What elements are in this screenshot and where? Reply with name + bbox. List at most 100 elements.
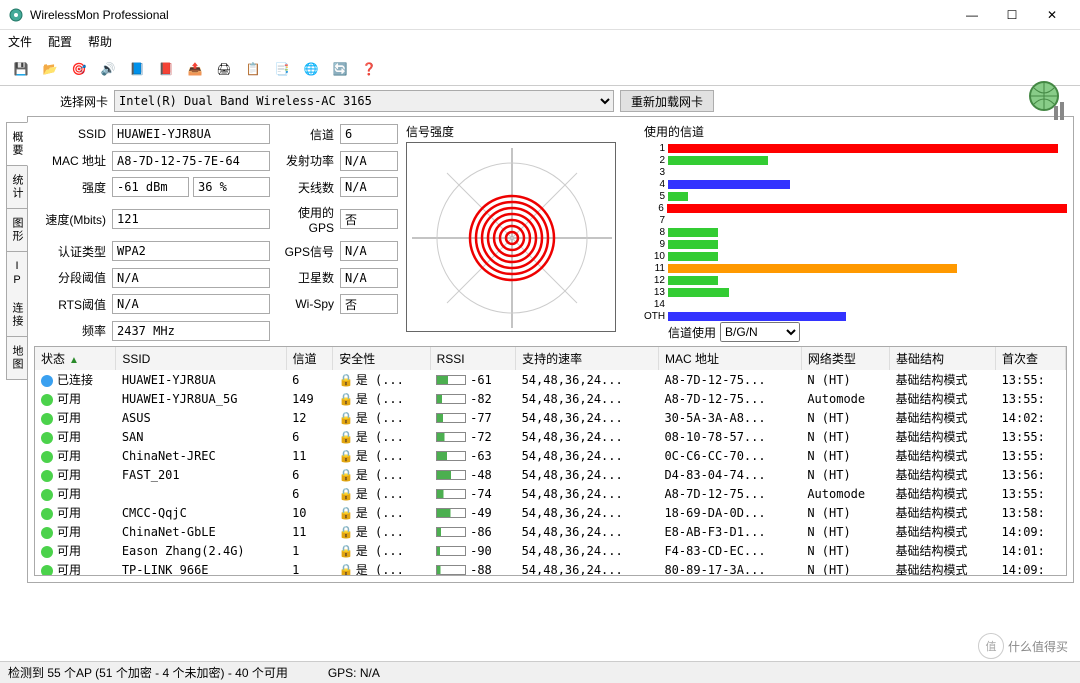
gpssig-field[interactable]: [340, 241, 398, 261]
list-icon[interactable]: 📑: [269, 56, 295, 82]
channel-usage-chart: 1234567891011121314OTH: [644, 142, 1067, 320]
channel-bar-row: 7: [644, 214, 1067, 226]
antennas-field[interactable]: [340, 177, 398, 197]
table-row[interactable]: 可用FAST_2016🔒是 (...-4854,48,36,24...D4-83…: [35, 465, 1066, 484]
channel-bar-row: OTH: [644, 310, 1067, 322]
menu-config[interactable]: 配置: [48, 33, 72, 50]
grid-header-status[interactable]: 状态▲: [35, 347, 116, 370]
grid-header-nettype[interactable]: 网络类型: [801, 347, 889, 370]
open-icon[interactable]: 📂: [37, 56, 63, 82]
auth-field[interactable]: [112, 241, 270, 261]
titlebar: WirelessMon Professional — ☐ ✕: [0, 0, 1080, 30]
audio-icon[interactable]: 🔊: [95, 56, 121, 82]
channel-band-select[interactable]: B/G/N: [720, 322, 800, 342]
globe-icon: [1024, 78, 1068, 122]
lock-icon: 🔒: [339, 373, 354, 387]
freq-field[interactable]: [112, 321, 270, 341]
table-row[interactable]: 可用HUAWEI-YJR8UA_5G149🔒是 (...-8254,48,36,…: [35, 389, 1066, 408]
channel-bar-row: 2: [644, 154, 1067, 166]
side-tab-3[interactable]: IP 连接: [6, 251, 28, 337]
side-tab-1[interactable]: 统计: [6, 165, 28, 209]
grid-header-mac[interactable]: MAC 地址: [658, 347, 801, 370]
info-icon[interactable]: 🌐: [298, 56, 324, 82]
flag1-icon[interactable]: 📘: [124, 56, 150, 82]
print-icon[interactable]: 🖨: [211, 56, 237, 82]
side-tab-2[interactable]: 图形: [6, 208, 28, 252]
help-icon[interactable]: ❓: [356, 56, 382, 82]
channel-use-label: 信道使用: [668, 324, 716, 341]
connection-info: SSID 信道 MAC 地址 发射功率 强度 天线数 速度(Mbits) 使用的…: [34, 123, 398, 342]
speed-field[interactable]: [112, 209, 270, 229]
channel-field[interactable]: [340, 124, 398, 144]
window-title: WirelessMon Professional: [30, 8, 952, 22]
table-row[interactable]: 可用TP-LINK_966E1🔒是 (...-8854,48,36,24...8…: [35, 560, 1066, 576]
toolbar: 💾📂🎯🔊📘📕📤🖨📋📑🌐🔄❓: [0, 52, 1080, 86]
grid-header-channel[interactable]: 信道: [286, 347, 333, 370]
channel-bar-row: 11: [644, 262, 1067, 274]
save-icon[interactable]: 💾: [8, 56, 34, 82]
refresh-icon[interactable]: 🔄: [327, 56, 353, 82]
table-row[interactable]: 可用CMCC-QqjC10🔒是 (...-4954,48,36,24...18-…: [35, 503, 1066, 522]
target-icon[interactable]: 🎯: [66, 56, 92, 82]
grid-header-first[interactable]: 首次查: [996, 347, 1066, 370]
main-panel: SSID 信道 MAC 地址 发射功率 强度 天线数 速度(Mbits) 使用的…: [27, 116, 1074, 583]
close-button[interactable]: ✕: [1032, 1, 1072, 29]
channel-bar-row: 6: [644, 202, 1067, 214]
lock-icon: 🔒: [339, 563, 354, 576]
strength-pct-field[interactable]: [193, 177, 270, 197]
lock-icon: 🔒: [339, 430, 354, 444]
grid-header-infra[interactable]: 基础结构: [889, 347, 995, 370]
channel-bar-row: 5: [644, 190, 1067, 202]
app-icon: [8, 7, 24, 23]
adapter-row: 选择网卡 Intel(R) Dual Band Wireless-AC 3165…: [0, 86, 1080, 116]
adapter-select[interactable]: Intel(R) Dual Band Wireless-AC 3165: [114, 90, 614, 112]
signal-strength-title: 信号强度: [406, 123, 636, 140]
lock-icon: 🔒: [339, 544, 354, 558]
export-icon[interactable]: 📤: [182, 56, 208, 82]
channel-bar-row: 13: [644, 286, 1067, 298]
wispy-field[interactable]: [340, 294, 398, 314]
frag-field[interactable]: [112, 268, 270, 288]
grid-header-rates[interactable]: 支持的速率: [516, 347, 659, 370]
table-row[interactable]: 可用Eason Zhang(2.4G)1🔒是 (...-9054,48,36,2…: [35, 541, 1066, 560]
menubar: 文件 配置 帮助: [0, 30, 1080, 52]
channel-bar-row: 3: [644, 166, 1067, 178]
mac-field[interactable]: [112, 151, 270, 171]
sats-field[interactable]: [340, 268, 398, 288]
table-row[interactable]: 可用SAN6🔒是 (...-7254,48,36,24...08-10-78-5…: [35, 427, 1066, 446]
menu-file[interactable]: 文件: [8, 33, 32, 50]
minimize-button[interactable]: —: [952, 1, 992, 29]
grid-header-rssi[interactable]: RSSI: [430, 347, 515, 370]
channel-bar-row: 10: [644, 250, 1067, 262]
lock-icon: 🔒: [339, 468, 354, 482]
grid-header-ssid[interactable]: SSID: [116, 347, 286, 370]
strength-dbm-field[interactable]: [112, 177, 189, 197]
channel-bar-row: 4: [644, 178, 1067, 190]
table-row[interactable]: 可用ChinaNet-GbLE11🔒是 (...-8654,48,36,24..…: [35, 522, 1066, 541]
table-row[interactable]: 已连接HUAWEI-YJR8UA6🔒是 (...-6154,48,36,24..…: [35, 370, 1066, 389]
table-row[interactable]: 可用ASUS12🔒是 (...-7754,48,36,24...30-5A-3A…: [35, 408, 1066, 427]
status-detected: 检测到 55 个AP (51 个加密 - 4 个未加密) - 40 个可用: [8, 664, 288, 681]
maximize-button[interactable]: ☐: [992, 1, 1032, 29]
lock-icon: 🔒: [339, 411, 354, 425]
network-grid[interactable]: 状态▲SSID信道安全性RSSI支持的速率MAC 地址网络类型基础结构首次查 已…: [34, 346, 1067, 576]
reload-adapter-button[interactable]: 重新加载网卡: [620, 90, 714, 112]
gps-field[interactable]: [340, 209, 398, 229]
side-tabs: 概要统计图形IP 连接地图: [6, 122, 28, 583]
menu-help[interactable]: 帮助: [88, 33, 112, 50]
side-tab-0[interactable]: 概要: [6, 122, 28, 166]
copy-icon[interactable]: 📋: [240, 56, 266, 82]
table-row[interactable]: 可用ChinaNet-JREC11🔒是 (...-6354,48,36,24..…: [35, 446, 1066, 465]
channel-bar-row: 1: [644, 142, 1067, 154]
signal-radar: [406, 142, 616, 332]
lock-icon: 🔒: [339, 392, 354, 406]
ssid-field[interactable]: [112, 124, 270, 144]
rts-field[interactable]: [112, 294, 270, 314]
channel-bar-row: 8: [644, 226, 1067, 238]
lock-icon: 🔒: [339, 487, 354, 501]
flag2-icon[interactable]: 📕: [153, 56, 179, 82]
table-row[interactable]: 可用6🔒是 (...-7454,48,36,24...A8-7D-12-75..…: [35, 484, 1066, 503]
grid-header-security[interactable]: 安全性: [333, 347, 430, 370]
side-tab-4[interactable]: 地图: [6, 336, 28, 380]
txpower-field[interactable]: [340, 151, 398, 171]
